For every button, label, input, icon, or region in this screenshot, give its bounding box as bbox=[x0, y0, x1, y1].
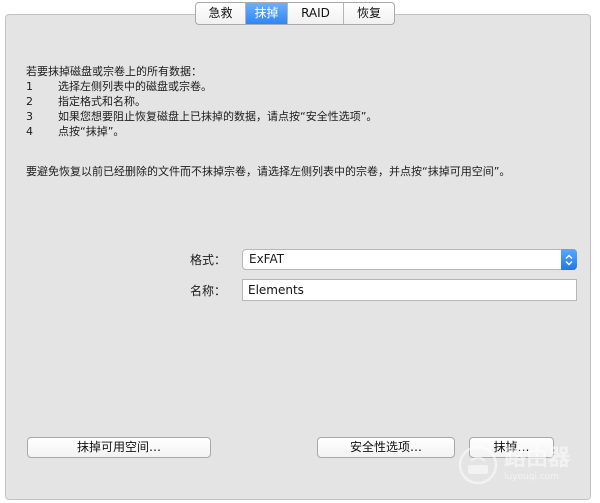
instruction-step: 2 指定格式和名称。 bbox=[26, 94, 377, 109]
step-number: 2 bbox=[26, 95, 33, 108]
erase-free-space-note: 要避免恢复以前已经删除的文件而不抹掉宗卷，请选择左侧列表中的宗卷，并点按“抹掉可… bbox=[26, 165, 511, 178]
tab-bar: 急救 抹掉 RAID 恢复 bbox=[195, 2, 395, 25]
step-text: 指定格式和名称。 bbox=[58, 95, 146, 108]
security-options-button[interactable]: 安全性选项… bbox=[317, 437, 455, 458]
tab-raid[interactable]: RAID bbox=[288, 3, 344, 24]
tab-erase[interactable]: 抹掉 bbox=[246, 3, 288, 24]
instruction-step: 4 点按“抹掉”。 bbox=[26, 124, 377, 139]
step-number: 1 bbox=[26, 80, 33, 93]
format-select[interactable]: ExFAT bbox=[242, 249, 577, 270]
name-field[interactable] bbox=[242, 279, 577, 301]
step-text: 如果您想要阻止恢复磁盘上已抹掉的数据，请点按“安全性选项”。 bbox=[58, 110, 378, 123]
format-value: ExFAT bbox=[249, 252, 285, 266]
instruction-step: 1 选择左侧列表中的磁盘或宗卷。 bbox=[26, 79, 377, 94]
format-label: 格式： bbox=[189, 253, 226, 267]
router-icon bbox=[458, 445, 498, 485]
instructions-intro: 若要抹掉磁盘或宗卷上的所有数据： bbox=[26, 65, 202, 78]
name-label: 名称： bbox=[189, 284, 226, 298]
watermark: 路由器 luyouqi.com bbox=[458, 440, 598, 490]
instruction-step: 3 如果您想要阻止恢复磁盘上已抹掉的数据，请点按“安全性选项”。 bbox=[26, 109, 377, 124]
erase-free-space-button[interactable]: 抹掉可用空间… bbox=[27, 437, 211, 458]
watermark-text: 路由器 luyouqi.com bbox=[504, 448, 570, 482]
step-text: 点按“抹掉”。 bbox=[58, 125, 125, 138]
step-number: 3 bbox=[26, 110, 33, 123]
tab-restore[interactable]: 恢复 bbox=[344, 3, 394, 24]
watermark-title: 路由器 bbox=[504, 446, 571, 471]
watermark-url: luyouqi.com bbox=[504, 472, 560, 482]
updown-chevron-icon[interactable] bbox=[561, 249, 577, 270]
erase-instructions: 若要抹掉磁盘或宗卷上的所有数据： 1 选择左侧列表中的磁盘或宗卷。 2 指定格式… bbox=[26, 64, 377, 139]
step-text: 选择左侧列表中的磁盘或宗卷。 bbox=[58, 80, 212, 93]
erase-panel: 若要抹掉磁盘或宗卷上的所有数据： 1 选择左侧列表中的磁盘或宗卷。 2 指定格式… bbox=[5, 14, 591, 500]
step-number: 4 bbox=[26, 125, 33, 138]
tab-first-aid[interactable]: 急救 bbox=[196, 3, 246, 24]
